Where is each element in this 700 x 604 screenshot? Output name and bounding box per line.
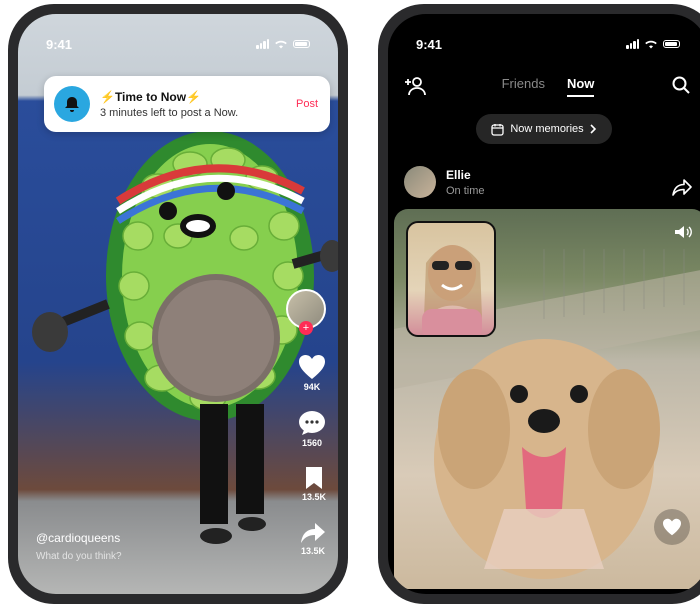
share-arrow-icon <box>672 179 692 196</box>
status-bar: 9:41 <box>416 36 680 52</box>
notification-title: ⚡Time to Now⚡ <box>100 89 201 104</box>
sound-toggle-button[interactable] <box>674 225 692 244</box>
like-count: 94K <box>303 382 321 392</box>
follow-plus-icon[interactable]: + <box>299 321 313 335</box>
battery-icon <box>293 40 310 48</box>
left-phone-screen: 9:41 ⚡Time to Now⚡ 3 minutes left to pos… <box>18 14 338 594</box>
heart-icon <box>299 355 325 379</box>
save-count: 13.5K <box>301 492 326 502</box>
performer-legs <box>194 404 272 554</box>
status-icons <box>256 39 310 49</box>
tab-friends[interactable]: Friends <box>502 76 545 97</box>
right-phone-screen: 9:41 Friends Now Now memories Ellie On t… <box>388 14 700 594</box>
now-memories-button[interactable]: Now memories <box>476 114 612 144</box>
bell-icon <box>54 86 90 122</box>
share-arrow-icon <box>301 523 325 543</box>
calendar-icon <box>491 123 504 136</box>
notification-post-button[interactable]: Post <box>296 98 318 110</box>
poster-name[interactable]: Ellie <box>446 168 485 182</box>
status-bar: 9:41 <box>46 36 310 52</box>
status-time: 9:41 <box>416 36 443 52</box>
wifi-icon <box>275 40 287 49</box>
balloon-character <box>98 126 318 426</box>
post-photo[interactable] <box>394 209 700 589</box>
chevron-right-icon <box>590 124 596 134</box>
creator-info: @cardioqueens What do you think? <box>36 531 122 562</box>
notification-subtitle: 3 minutes left to post a Now. <box>100 106 239 119</box>
comment-icon <box>299 411 325 435</box>
feed-tabs: Friends Now <box>388 76 700 97</box>
avatar[interactable] <box>404 166 436 198</box>
react-heart-button[interactable] <box>654 509 690 545</box>
speaker-icon <box>675 226 692 238</box>
signal-icon <box>626 39 639 49</box>
now-notification[interactable]: ⚡Time to Now⚡ 3 minutes left to post a N… <box>44 76 330 132</box>
selfie-inset[interactable] <box>406 221 496 337</box>
like-button[interactable]: 94K <box>298 354 326 392</box>
profile-avatar-button[interactable]: + <box>286 289 326 335</box>
comment-count: 1560 <box>301 438 323 448</box>
bookmark-icon <box>305 467 322 489</box>
right-phone-frame: 9:41 Friends Now Now memories Ellie On t… <box>378 4 700 604</box>
share-post-button[interactable] <box>672 178 692 201</box>
share-button[interactable]: 13.5K <box>300 522 326 556</box>
post-timing-status: On time <box>446 184 485 197</box>
share-count: 13.5K <box>300 546 326 556</box>
heart-icon <box>663 518 681 536</box>
now-memories-label: Now memories <box>510 123 584 135</box>
creator-username[interactable]: @cardioqueens <box>36 531 122 545</box>
tab-now[interactable]: Now <box>566 76 595 97</box>
battery-icon <box>663 40 680 48</box>
video-caption: What do you think? <box>36 551 122 562</box>
status-time: 9:41 <box>46 36 73 52</box>
comment-button[interactable]: 1560 <box>298 410 326 448</box>
save-button[interactable]: 13.5K <box>302 466 326 502</box>
selfie-art <box>422 245 482 335</box>
post-header: Ellie On time <box>404 166 485 198</box>
status-icons <box>626 39 680 49</box>
signal-icon <box>256 39 269 49</box>
balloon-arm-left <box>32 299 110 352</box>
search-icon <box>672 76 690 94</box>
left-phone-frame: 9:41 ⚡Time to Now⚡ 3 minutes left to pos… <box>8 4 348 604</box>
wifi-icon <box>645 40 657 49</box>
search-button[interactable] <box>672 76 690 99</box>
